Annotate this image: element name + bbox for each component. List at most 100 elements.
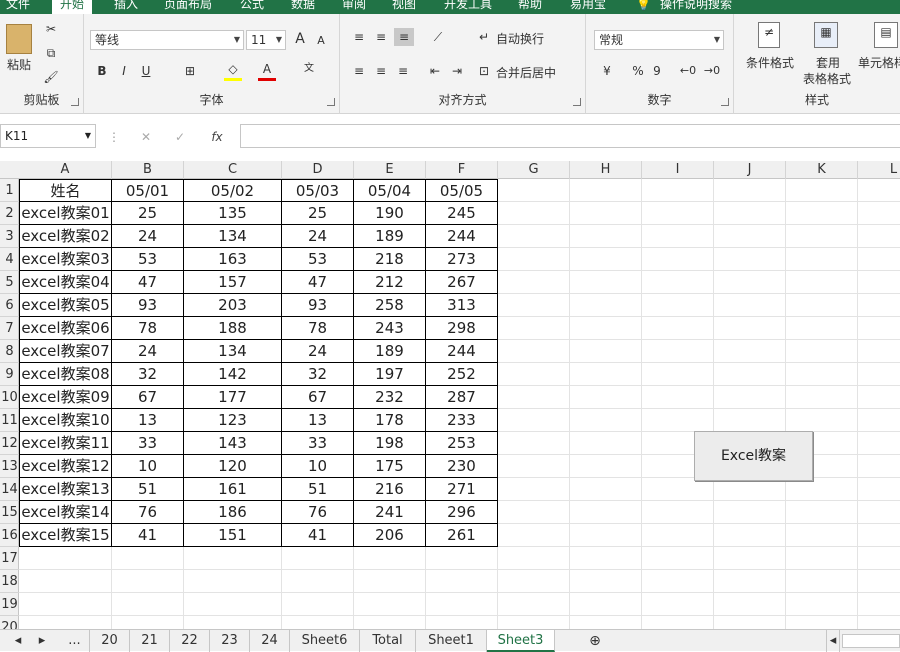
column-header[interactable]: D bbox=[282, 161, 354, 179]
value-cell[interactable]: 33 bbox=[112, 432, 184, 455]
excel-jiaoan-button[interactable]: Excel教案 bbox=[694, 431, 813, 481]
value-cell[interactable]: 296 bbox=[426, 501, 498, 524]
value-cell[interactable]: 51 bbox=[282, 478, 354, 501]
value-cell[interactable]: 190 bbox=[354, 202, 426, 225]
row-header[interactable]: 10 bbox=[0, 386, 19, 409]
tab-help[interactable]: 帮助 bbox=[518, 0, 542, 14]
value-cell[interactable]: 253 bbox=[426, 432, 498, 455]
row-header[interactable]: 5 bbox=[0, 271, 19, 294]
row-header[interactable]: 4 bbox=[0, 248, 19, 271]
insert-function-icon[interactable]: fx bbox=[208, 128, 226, 146]
scroll-left-icon[interactable]: ◂ bbox=[6, 630, 30, 652]
sheet-tab[interactable]: 21 bbox=[130, 630, 170, 652]
value-cell[interactable]: 197 bbox=[354, 363, 426, 386]
value-cell[interactable]: 120 bbox=[184, 455, 282, 478]
font-color-icon[interactable]: A bbox=[258, 60, 276, 81]
value-cell[interactable]: 230 bbox=[426, 455, 498, 478]
value-cell[interactable]: 33 bbox=[282, 432, 354, 455]
value-cell[interactable]: 203 bbox=[184, 294, 282, 317]
value-cell[interactable]: 298 bbox=[426, 317, 498, 340]
value-cell[interactable]: 244 bbox=[426, 225, 498, 248]
cell-styles-button[interactable]: 单元格样 bbox=[858, 54, 900, 72]
sheet-tab[interactable]: 20 bbox=[90, 630, 130, 652]
value-cell[interactable]: 267 bbox=[426, 271, 498, 294]
value-cell[interactable]: 76 bbox=[112, 501, 184, 524]
sheet-tab[interactable]: Sheet6 bbox=[290, 630, 360, 652]
value-cell[interactable]: 13 bbox=[282, 409, 354, 432]
worksheet-grid[interactable]: ABCDEFGHIJKL 1 2 3 4 5 6 7 8 9 10 11 12 13 14 15 16 17 18… bbox=[0, 161, 900, 629]
value-cell[interactable]: 244 bbox=[426, 340, 498, 363]
align-middle-icon[interactable]: ≡ bbox=[372, 28, 390, 46]
name-cell[interactable]: excel教案03 bbox=[19, 248, 112, 271]
value-cell[interactable]: 189 bbox=[354, 340, 426, 363]
hscroll-left-icon[interactable]: ◂ bbox=[826, 630, 840, 652]
value-cell[interactable]: 188 bbox=[184, 317, 282, 340]
sheet-tab[interactable]: 23 bbox=[210, 630, 250, 652]
name-cell[interactable]: excel教案13 bbox=[19, 478, 112, 501]
value-cell[interactable]: 212 bbox=[354, 271, 426, 294]
name-cell[interactable]: excel教案08 bbox=[19, 363, 112, 386]
row-header[interactable]: 12 bbox=[0, 432, 19, 455]
font-size-select[interactable]: 11 ▼ bbox=[246, 30, 286, 50]
value-cell[interactable]: 53 bbox=[282, 248, 354, 271]
table-header-cell[interactable]: 05/02 bbox=[184, 179, 282, 202]
value-cell[interactable]: 142 bbox=[184, 363, 282, 386]
value-cell[interactable]: 10 bbox=[112, 455, 184, 478]
value-cell[interactable]: 241 bbox=[354, 501, 426, 524]
value-cell[interactable]: 161 bbox=[184, 478, 282, 501]
table-header-cell[interactable]: 05/05 bbox=[426, 179, 498, 202]
orientation-icon[interactable]: ⟋ bbox=[426, 28, 450, 46]
tab-easy-tools[interactable]: 易用宝 bbox=[570, 0, 606, 14]
cancel-icon[interactable]: ✕ bbox=[138, 128, 154, 146]
value-cell[interactable]: 175 bbox=[354, 455, 426, 478]
value-cell[interactable]: 313 bbox=[426, 294, 498, 317]
align-top-icon[interactable]: ≡ bbox=[350, 28, 368, 46]
row-header[interactable]: 1 bbox=[0, 179, 19, 202]
value-cell[interactable]: 134 bbox=[184, 340, 282, 363]
row-header[interactable]: 17 bbox=[0, 547, 19, 570]
format-painter-icon[interactable]: 🖌 bbox=[42, 68, 60, 86]
row-header[interactable]: 14 bbox=[0, 478, 19, 501]
fill-color-icon[interactable]: ◇ bbox=[224, 60, 242, 81]
value-cell[interactable]: 25 bbox=[282, 202, 354, 225]
sheet-tab[interactable]: 24 bbox=[250, 630, 290, 652]
value-cell[interactable]: 24 bbox=[282, 225, 354, 248]
value-cell[interactable]: 32 bbox=[282, 363, 354, 386]
table-header-cell[interactable]: 05/04 bbox=[354, 179, 426, 202]
table-header-cell[interactable]: 05/03 bbox=[282, 179, 354, 202]
percent-button[interactable]: % bbox=[630, 62, 646, 80]
bold-button[interactable]: B bbox=[94, 62, 110, 80]
currency-icon[interactable]: ¥ bbox=[596, 62, 618, 80]
column-header[interactable]: C bbox=[184, 161, 282, 179]
row-header[interactable]: 2 bbox=[0, 202, 19, 225]
value-cell[interactable]: 258 bbox=[354, 294, 426, 317]
comma-button[interactable]: 9 bbox=[650, 62, 664, 80]
value-cell[interactable]: 177 bbox=[184, 386, 282, 409]
value-cell[interactable]: 232 bbox=[354, 386, 426, 409]
column-header[interactable]: I bbox=[642, 161, 714, 179]
cut-icon[interactable]: ✂ bbox=[42, 20, 60, 38]
value-cell[interactable]: 67 bbox=[282, 386, 354, 409]
value-cell[interactable]: 245 bbox=[426, 202, 498, 225]
borders-icon[interactable]: ⊞ bbox=[180, 62, 200, 80]
name-cell[interactable]: excel教案15 bbox=[19, 524, 112, 547]
tab-file[interactable]: 文件 bbox=[6, 0, 30, 14]
column-header[interactable]: F bbox=[426, 161, 498, 179]
paste-icon[interactable] bbox=[6, 24, 32, 54]
value-cell[interactable]: 13 bbox=[112, 409, 184, 432]
number-launcher-icon[interactable] bbox=[721, 98, 729, 106]
row-header[interactable]: 3 bbox=[0, 225, 19, 248]
decrease-decimal-icon[interactable]: →0 bbox=[702, 62, 722, 80]
table-header-cell[interactable]: 姓名 bbox=[19, 179, 112, 202]
value-cell[interactable]: 143 bbox=[184, 432, 282, 455]
name-cell[interactable]: excel教案09 bbox=[19, 386, 112, 409]
align-left-icon[interactable]: ≡ bbox=[350, 62, 368, 80]
formula-input[interactable] bbox=[240, 124, 900, 148]
tab-view[interactable]: 视图 bbox=[392, 0, 416, 14]
value-cell[interactable]: 261 bbox=[426, 524, 498, 547]
value-cell[interactable]: 51 bbox=[112, 478, 184, 501]
tab-home[interactable]: 开始 bbox=[52, 0, 93, 14]
value-cell[interactable]: 41 bbox=[282, 524, 354, 547]
cell-styles-icon[interactable]: ▤ bbox=[874, 22, 898, 48]
shrink-font-button[interactable]: A bbox=[314, 32, 328, 50]
